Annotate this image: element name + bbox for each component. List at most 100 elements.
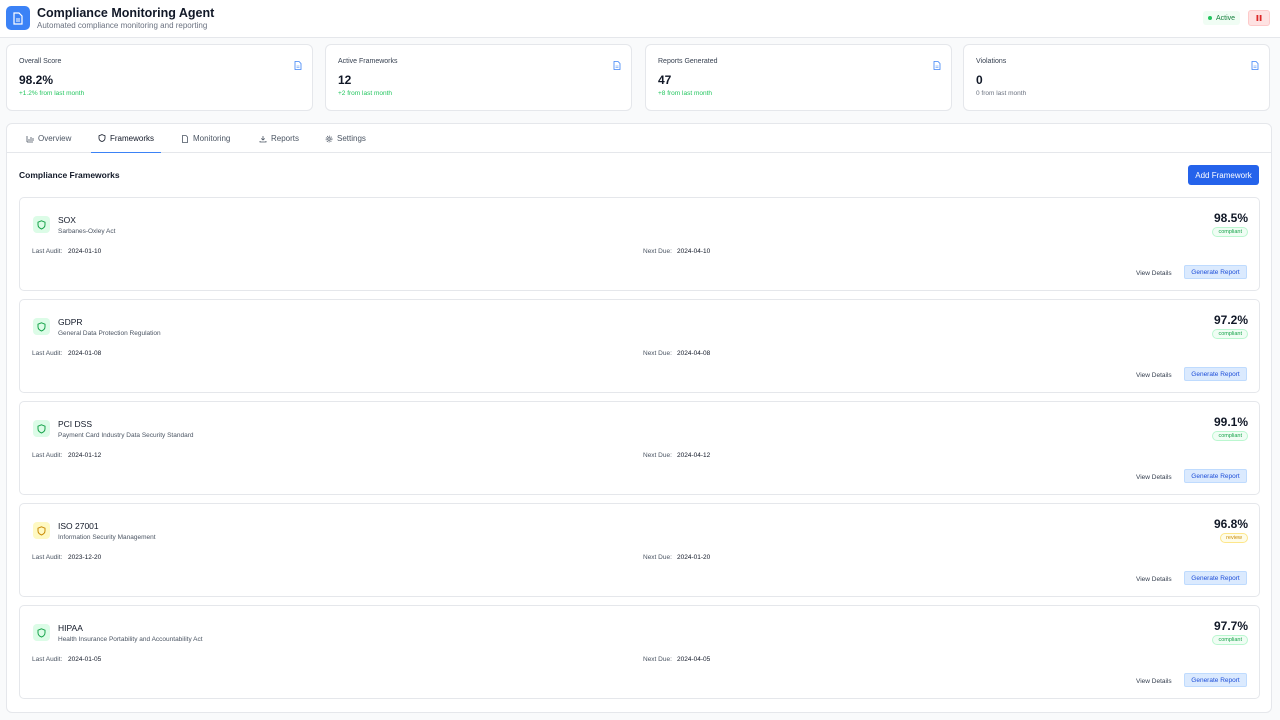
next-due-label: Next Due: — [643, 248, 672, 255]
framework-card: GDPR General Data Protection Regulation … — [19, 299, 1260, 393]
compliance-score: 97.7% — [1213, 619, 1248, 633]
tab-frameworks[interactable]: Frameworks — [91, 124, 161, 153]
document-icon — [6, 6, 30, 30]
next-due-value: 2024-01-20 — [677, 554, 711, 561]
bar-chart-icon — [26, 135, 34, 143]
last-audit-value: 2024-01-08 — [68, 350, 102, 357]
next-due-label: Next Due: — [643, 656, 672, 663]
stat-label: Overall Score — [19, 58, 62, 65]
document-icon — [294, 57, 302, 70]
tab-label: Settings — [337, 134, 366, 143]
last-audit-label: Last Audit: — [32, 554, 63, 561]
stat-delta: 0 from last month — [976, 90, 1027, 97]
compliance-score: 98.5% — [1213, 211, 1248, 225]
status-badge: review — [1220, 533, 1248, 543]
stat-card: Overall Score 98.2% +1.2% from last mont… — [6, 44, 313, 111]
last-audit-value: 2024-01-12 — [68, 452, 102, 459]
next-due-label: Next Due: — [643, 350, 672, 357]
stat-value: 12 — [338, 73, 352, 87]
framework-description: Sarbanes-Oxley Act — [58, 228, 116, 235]
pause-agent-button[interactable] — [1248, 10, 1270, 26]
stat-label: Reports Generated — [658, 58, 718, 65]
next-due-value: 2024-04-05 — [677, 656, 711, 663]
generate-report-button[interactable]: Generate Report — [1184, 367, 1247, 381]
tab-reports[interactable]: Reports — [259, 124, 299, 153]
add-framework-button[interactable]: Add Framework — [1188, 165, 1259, 185]
framework-description: General Data Protection Regulation — [58, 330, 161, 337]
tab-overview[interactable]: Overview — [26, 124, 71, 153]
generate-report-button[interactable]: Generate Report — [1184, 469, 1247, 483]
framework-name: SOX — [58, 215, 76, 225]
framework-name: GDPR — [58, 317, 83, 327]
tab-settings[interactable]: Settings — [325, 124, 366, 153]
last-audit-label: Last Audit: — [32, 656, 63, 663]
gear-icon — [325, 135, 333, 143]
last-audit-label: Last Audit: — [32, 248, 63, 255]
app-subtitle: Automated compliance monitoring and repo… — [37, 21, 208, 30]
last-audit-label: Last Audit: — [32, 452, 63, 459]
stat-value: 47 — [658, 73, 672, 87]
app-header: Compliance Monitoring Agent Automated co… — [0, 0, 1280, 38]
stat-card: Violations 0 0 from last month — [963, 44, 1270, 111]
framework-card: ISO 27001 Information Security Managemen… — [19, 503, 1260, 597]
compliance-score: 99.1% — [1213, 415, 1248, 429]
stat-delta: +1.2% from last month — [19, 90, 85, 97]
view-details-button[interactable]: View Details — [1136, 368, 1172, 382]
generate-report-button[interactable]: Generate Report — [1184, 571, 1247, 585]
last-audit-value: 2023-12-20 — [68, 554, 102, 561]
compliance-score: 96.8% — [1213, 517, 1248, 531]
shield-icon — [33, 216, 50, 233]
status-dot-icon — [1208, 16, 1212, 20]
last-audit-value: 2024-01-10 — [68, 248, 102, 255]
shield-icon — [33, 624, 50, 641]
tab-bar: Overview Frameworks Monitoring Reports S… — [7, 124, 1271, 153]
framework-card: SOX Sarbanes-Oxley Act Last Audit: 2024-… — [19, 197, 1260, 291]
view-details-button[interactable]: View Details — [1136, 266, 1172, 280]
framework-description: Payment Card Industry Data Security Stan… — [58, 432, 194, 439]
tab-monitoring[interactable]: Monitoring — [181, 124, 230, 153]
stat-value: 0 — [976, 73, 983, 87]
stat-value: 98.2% — [19, 73, 54, 87]
next-due-value: 2024-04-08 — [677, 350, 711, 357]
next-due-label: Next Due: — [643, 554, 672, 561]
document-icon — [1251, 57, 1259, 70]
tab-label: Overview — [38, 134, 72, 143]
framework-name: HIPAA — [58, 623, 83, 633]
framework-description: Information Security Management — [58, 534, 156, 541]
tab-label: Frameworks — [109, 133, 154, 143]
framework-description: Health Insurance Portability and Account… — [58, 636, 203, 643]
stat-delta: +8 from last month — [658, 90, 713, 97]
generate-report-button[interactable]: Generate Report — [1184, 673, 1247, 687]
view-details-button[interactable]: View Details — [1136, 674, 1172, 688]
framework-card: HIPAA Health Insurance Portability and A… — [19, 605, 1260, 699]
status-badge: Active — [1203, 11, 1241, 25]
document-icon — [181, 134, 189, 143]
view-details-button[interactable]: View Details — [1136, 470, 1172, 484]
status-badge: compliant — [1212, 431, 1248, 441]
pause-icon — [1256, 15, 1262, 21]
shield-icon — [98, 134, 106, 142]
app-title: Compliance Monitoring Agent — [37, 6, 215, 20]
tab-label: Monitoring — [193, 134, 231, 143]
stat-label: Violations — [976, 58, 1007, 65]
last-audit-value: 2024-01-05 — [68, 656, 102, 663]
document-icon — [613, 57, 621, 70]
view-details-button[interactable]: View Details — [1136, 572, 1172, 586]
compliance-score: 97.2% — [1213, 313, 1248, 327]
tab-label: Reports — [271, 134, 300, 143]
generate-report-button[interactable]: Generate Report — [1184, 265, 1247, 279]
status-badge: compliant — [1212, 227, 1248, 237]
next-due-label: Next Due: — [643, 452, 672, 459]
status-badge: compliant — [1212, 635, 1248, 645]
stat-card: Active Frameworks 12 +2 from last month — [325, 44, 632, 111]
shield-icon — [33, 420, 50, 437]
app-root: Compliance Monitoring Agent Automated co… — [0, 0, 1280, 720]
stat-delta: +2 from last month — [338, 90, 393, 97]
stat-label: Active Frameworks — [338, 58, 398, 65]
framework-name: ISO 27001 — [58, 521, 99, 531]
next-due-value: 2024-04-10 — [677, 248, 711, 255]
download-icon — [259, 135, 267, 143]
framework-name: PCI DSS — [58, 419, 93, 429]
shield-icon — [33, 318, 50, 335]
document-icon — [933, 57, 941, 70]
